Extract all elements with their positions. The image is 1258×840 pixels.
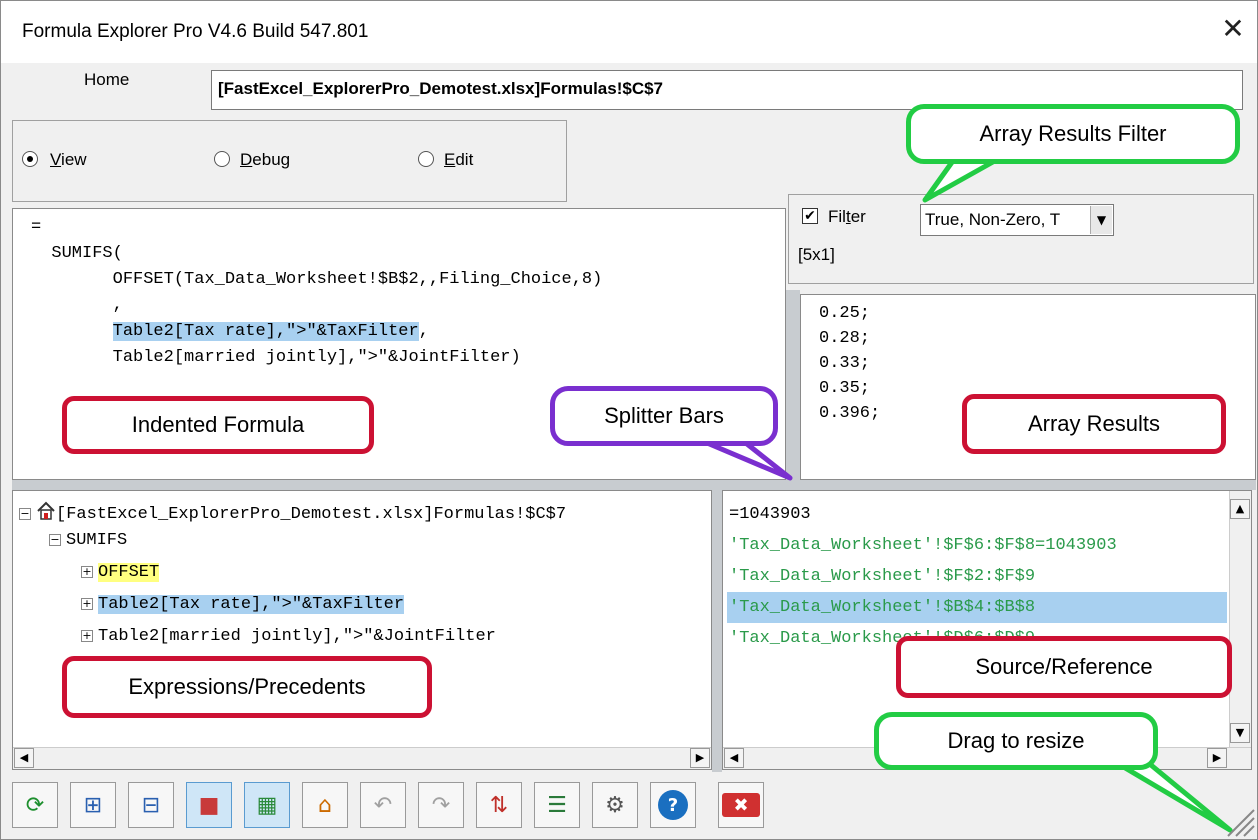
toolbar-button[interactable]: ⚙ bbox=[592, 782, 638, 828]
toolbar-button[interactable]: ⊞ bbox=[70, 782, 116, 828]
toolbar-button[interactable]: ⇅ bbox=[476, 782, 522, 828]
help-icon: ? bbox=[658, 790, 688, 820]
home-icon: ⌂ bbox=[318, 792, 332, 818]
toolbar-button[interactable]: ⊟ bbox=[128, 782, 174, 828]
toolbar-button[interactable]: ↶ bbox=[360, 782, 406, 828]
sort-icon: ⇅ bbox=[489, 792, 509, 818]
gear-icon: ⚙ bbox=[605, 792, 625, 818]
toolbar-button[interactable]: ■ bbox=[186, 782, 232, 828]
align-icon: ☰ bbox=[547, 792, 567, 818]
callout-array-results-filter: Array Results Filter bbox=[906, 104, 1240, 164]
toolbar-button[interactable]: ✖ bbox=[718, 782, 764, 828]
toolbar-button[interactable]: ☰ bbox=[534, 782, 580, 828]
toolbar: ⟳ ⊞ ⊟ ■ ▦ ⌂ ↶ ↷ ⇅ ☰ ⚙? ✖ bbox=[12, 778, 792, 834]
collapse-icon: ⊟ bbox=[141, 792, 161, 818]
expand-icon: ⊞ bbox=[83, 792, 103, 818]
toolbar-button[interactable]: ↷ bbox=[418, 782, 464, 828]
resize-grip-icon[interactable] bbox=[1224, 806, 1256, 838]
toolbar-button[interactable]: ▦ bbox=[244, 782, 290, 828]
toolbar-button[interactable]: ? bbox=[650, 782, 696, 828]
callout-drag-to-resize: Drag to resize bbox=[874, 712, 1158, 770]
toolbar-button[interactable]: ⟳ bbox=[12, 782, 58, 828]
undo-icon: ↶ bbox=[373, 792, 393, 818]
callout-splitter-bars: Splitter Bars bbox=[550, 386, 778, 446]
redo-icon: ↷ bbox=[431, 792, 451, 818]
exit-icon: ✖ bbox=[722, 793, 760, 817]
toolbar-button[interactable]: ⌂ bbox=[302, 782, 348, 828]
color-grid-icon: ■ bbox=[198, 792, 220, 818]
filter-grid-icon: ▦ bbox=[256, 792, 278, 818]
refresh-icon: ⟳ bbox=[25, 792, 45, 818]
